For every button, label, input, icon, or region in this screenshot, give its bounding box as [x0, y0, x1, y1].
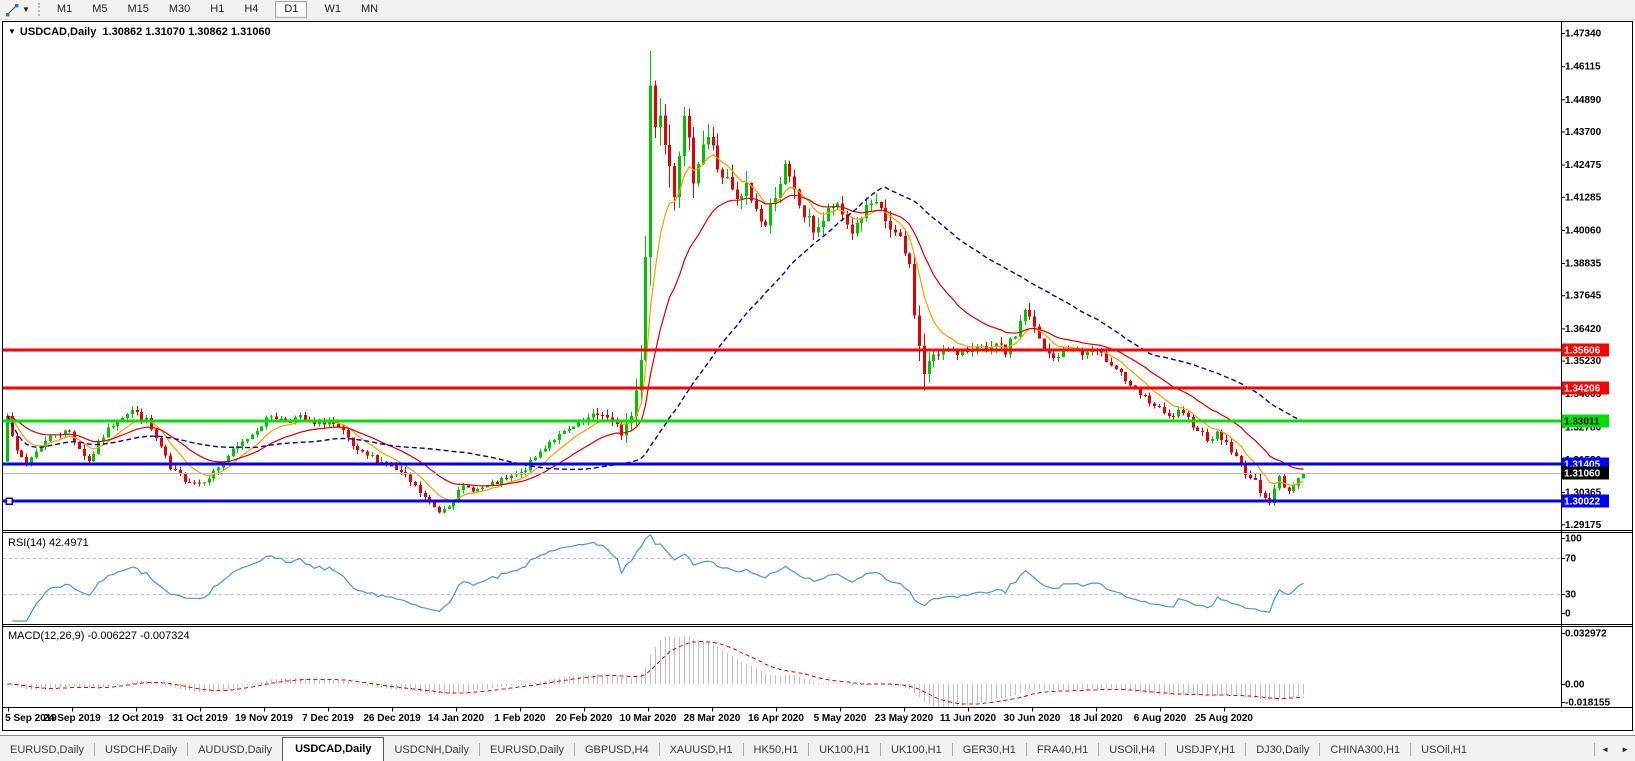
tab-uk100-h1[interactable]: UK100,H1 — [809, 739, 880, 761]
svg-text:1.33011: 1.33011 — [1564, 417, 1600, 428]
svg-text:25 Aug 2020: 25 Aug 2020 — [1195, 713, 1253, 724]
tabs-scroll-left-icon[interactable]: ◄ — [1595, 745, 1615, 754]
tab-dj30-daily[interactable]: DJ30,Daily — [1246, 739, 1319, 761]
macd-indicator-label: MACD(12,26,9) -0.006227 -0.007324 — [8, 630, 190, 642]
svg-text:1.37645: 1.37645 — [1565, 291, 1602, 302]
svg-text:1.34206: 1.34206 — [1564, 384, 1601, 395]
timeframe-button-w1[interactable]: W1 — [315, 1, 350, 18]
svg-text:1.40060: 1.40060 — [1565, 225, 1602, 236]
tab-xauusd-h1[interactable]: XAUUSD,H1 — [660, 739, 743, 761]
svg-text:1.30022: 1.30022 — [1564, 497, 1601, 508]
svg-text:26 Dec 2019: 26 Dec 2019 — [363, 713, 421, 724]
svg-text:18 Jul 2020: 18 Jul 2020 — [1069, 713, 1123, 724]
svg-text:0.032972: 0.032972 — [1565, 629, 1607, 640]
svg-text:1.43700: 1.43700 — [1565, 127, 1602, 138]
svg-text:-0.018155: -0.018155 — [1565, 698, 1610, 709]
tab-audusd-daily[interactable]: AUDUSD,Daily — [188, 739, 282, 761]
svg-text:1.35606: 1.35606 — [1564, 346, 1601, 357]
tab-china300-h1[interactable]: CHINA300,H1 — [1320, 739, 1410, 761]
tab-usdchf-daily[interactable]: USDCHF,Daily — [95, 739, 187, 761]
timeframe-button-m15[interactable]: M15 — [118, 1, 157, 18]
collapse-icon[interactable]: ▼ — [8, 27, 16, 36]
svg-text:1.41285: 1.41285 — [1565, 192, 1602, 203]
chart-title: ▼ USDCAD,Daily 1.30862 1.31070 1.30862 1.… — [8, 26, 271, 38]
rsi-indicator-label: RSI(14) 42.4971 — [8, 537, 89, 549]
timeframe-button-mn[interactable]: MN — [352, 1, 387, 18]
toolbar-grip[interactable] — [37, 3, 40, 16]
tab-usoil-h4[interactable]: USOil,H4 — [1099, 739, 1165, 761]
tab-fra40-h1[interactable]: FRA40,H1 — [1027, 739, 1098, 761]
svg-text:12 Oct 2019: 12 Oct 2019 — [108, 713, 164, 724]
svg-text:28 Mar 2020: 28 Mar 2020 — [684, 713, 741, 724]
svg-text:24 Sep 2019: 24 Sep 2019 — [43, 713, 101, 724]
chart-symbol-label: USDCAD,Daily — [19, 26, 97, 38]
svg-text:1.31060: 1.31060 — [1564, 469, 1601, 480]
tab-usdcnh-daily[interactable]: USDCNH,Daily — [384, 739, 479, 761]
svg-text:1.42475: 1.42475 — [1565, 160, 1602, 171]
svg-text:5 May 2020: 5 May 2020 — [814, 713, 867, 724]
svg-text:1.46115: 1.46115 — [1565, 62, 1601, 73]
svg-text:7 Dec 2019: 7 Dec 2019 — [302, 713, 354, 724]
tab-gbpusd-h4[interactable]: GBPUSD,H4 — [575, 739, 659, 761]
timeframe-button-h4[interactable]: H4 — [235, 1, 267, 18]
svg-text:14 Jan 2020: 14 Jan 2020 — [428, 713, 485, 724]
svg-text:23 May 2020: 23 May 2020 — [875, 713, 934, 724]
dropdown-caret-icon[interactable]: ▼ — [22, 2, 30, 17]
tab-eurusd-daily[interactable]: EURUSD,Daily — [0, 739, 94, 761]
timeframe-button-h1[interactable]: H1 — [201, 1, 233, 18]
level-drag-handle[interactable] — [5, 497, 13, 505]
svg-text:70: 70 — [1565, 554, 1577, 565]
svg-text:30 Jun 2020: 30 Jun 2020 — [1004, 713, 1061, 724]
svg-text:1.29175: 1.29175 — [1565, 520, 1602, 531]
tab-ger30-h1[interactable]: GER30,H1 — [953, 739, 1026, 761]
tab-usdcad-daily[interactable]: USDCAD,Daily — [282, 737, 385, 761]
svg-text:1 Feb 2020: 1 Feb 2020 — [494, 713, 546, 724]
svg-text:100: 100 — [1565, 534, 1582, 545]
tab-uk100-h1[interactable]: UK100,H1 — [881, 739, 952, 761]
svg-text:30: 30 — [1565, 590, 1577, 601]
svg-text:1.36420: 1.36420 — [1565, 324, 1602, 335]
svg-text:1.44890: 1.44890 — [1565, 95, 1602, 106]
tab-usoil-h1[interactable]: USOil,H1 — [1411, 739, 1477, 761]
svg-text:11 Jun 2020: 11 Jun 2020 — [940, 713, 997, 724]
macd-values: -0.006227 -0.007324 — [87, 630, 190, 642]
rsi-value: 42.4971 — [48, 537, 89, 549]
chart-canvas[interactable]: 1.47340 1.46115 1.44890 1.43700 1.42475 1.412… — [0, 0, 1635, 761]
chart-tab-bar: EURUSD,Daily USDCHF,Daily AUDUSD,Daily USDC… — [0, 735, 1635, 761]
chart-ohlc-values: 1.30862 1.31070 1.30862 1.31060 — [102, 26, 271, 38]
timeframe-button-d1[interactable]: D1 — [275, 1, 308, 18]
trading-terminal: ▼ M1 M5 M15 M30 H1 H4 D1 W1 MN 1.47340 1.46115 1.4… — [0, 0, 1635, 761]
svg-text:10 Mar 2020: 10 Mar 2020 — [620, 713, 677, 724]
tab-usdjpy-h1[interactable]: USDJPY,H1 — [1166, 739, 1245, 761]
tab-hk50-h1[interactable]: HK50,H1 — [744, 739, 809, 761]
timeframe-button-m5[interactable]: M5 — [83, 1, 116, 18]
tabs-scroll-right-icon[interactable]: ► — [1615, 745, 1635, 754]
line-studies-icon[interactable] — [3, 2, 21, 17]
timeframe-button-m30[interactable]: M30 — [160, 1, 199, 18]
svg-text:19 Nov 2019: 19 Nov 2019 — [235, 713, 293, 724]
svg-text:20 Feb 2020: 20 Feb 2020 — [556, 713, 613, 724]
svg-text:16 Apr 2020: 16 Apr 2020 — [748, 713, 804, 724]
tab-eurusd-daily[interactable]: EURUSD,Daily — [480, 739, 574, 761]
svg-text:0: 0 — [1565, 609, 1571, 620]
timeframe-toolbar: ▼ M1 M5 M15 M30 H1 H4 D1 W1 MN — [0, 0, 1635, 20]
svg-text:1.38835: 1.38835 — [1565, 259, 1602, 270]
svg-text:1.47340: 1.47340 — [1565, 29, 1602, 40]
timeframe-button-m1[interactable]: M1 — [48, 1, 81, 18]
svg-text:6 Aug 2020: 6 Aug 2020 — [1134, 713, 1187, 724]
timeframe-buttons: M1 M5 M15 M30 H1 H4 D1 W1 MN — [47, 1, 388, 18]
svg-text:0.00: 0.00 — [1565, 680, 1585, 691]
svg-text:1.35230: 1.35230 — [1565, 356, 1602, 367]
svg-text:31 Oct 2019: 31 Oct 2019 — [172, 713, 228, 724]
